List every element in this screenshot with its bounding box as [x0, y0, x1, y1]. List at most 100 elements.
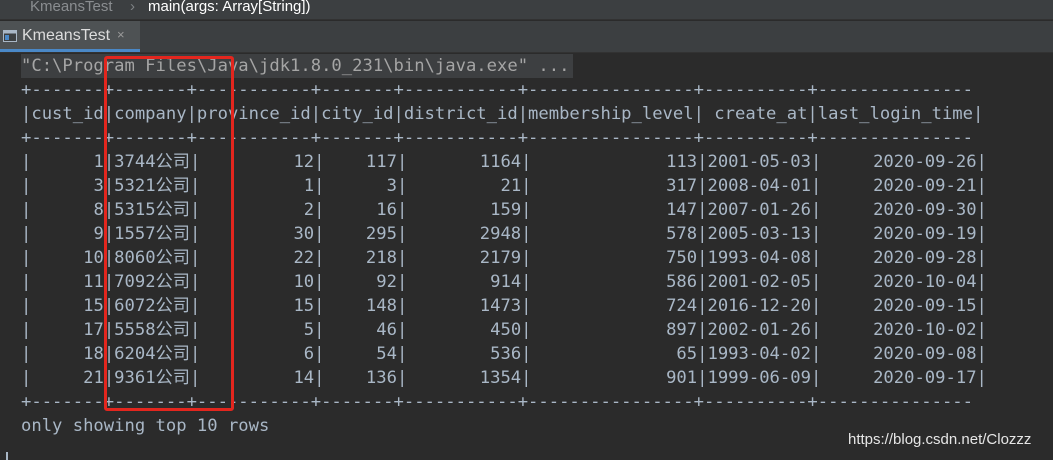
cell-district-id: 159 [490, 200, 522, 220]
table-border-header: +-------+-------+-----------+-------+---… [21, 128, 973, 148]
cell-last-login-time: 2020-09-17 [873, 368, 977, 388]
cell-company: 9361公司 [114, 368, 190, 388]
cell-last-login-time: 2020-09-15 [873, 296, 977, 316]
breadcrumb-method[interactable]: main(args: Array[String]) [148, 0, 311, 15]
cell-create-at: 2008-04-01 [707, 176, 811, 196]
table-row: | 17|5558公司| 5| 46| 450| 897|2002-01-26|… [21, 320, 987, 340]
cell-create-at: 2001-02-05 [707, 272, 811, 292]
cell-province-id: 30 [293, 224, 315, 244]
table-row: | 21|9361公司| 14| 136| 1354| 901|1999-06-… [21, 368, 987, 388]
run-console-icon [3, 30, 17, 42]
cell-district-id: 1164 [479, 152, 522, 172]
cell-create-at: 2016-12-20 [707, 296, 811, 316]
cell-province-id: 22 [293, 248, 315, 268]
cell-province-id: 12 [293, 152, 315, 172]
cell-last-login-time: 2020-09-26 [873, 152, 977, 172]
cell-company: 7092公司 [114, 272, 190, 292]
cell-district-id: 1473 [479, 296, 522, 316]
cell-membership-level: 897 [666, 320, 698, 340]
cell-create-at: 1999-06-09 [707, 368, 811, 388]
cell-district-id: 21 [500, 176, 522, 196]
cell-company: 5315公司 [114, 200, 190, 220]
footer-text: only showing top 10 rows [21, 416, 270, 436]
cell-company: 5558公司 [114, 320, 190, 340]
cell-membership-level: 578 [666, 224, 698, 244]
cell-company: 5321公司 [114, 176, 190, 196]
cell-company: 1557公司 [114, 224, 190, 244]
cell-city-id: 92 [376, 272, 397, 292]
table-row: | 1|3744公司| 12| 117| 1164| 113|2001-05-0… [21, 152, 987, 172]
close-icon[interactable]: × [117, 27, 125, 42]
cell-create-at: 2001-05-03 [707, 152, 811, 172]
cell-district-id: 2179 [479, 248, 522, 268]
cell-membership-level: 65 [676, 344, 698, 364]
cell-last-login-time: 2020-10-02 [873, 320, 977, 340]
cell-create-at: 1993-04-08 [707, 248, 811, 268]
table-row: | 9|1557公司| 30| 295| 2948| 578|2005-03-1… [21, 224, 987, 244]
cell-company: 8060公司 [114, 248, 190, 268]
cell-district-id: 914 [490, 272, 522, 292]
cell-province-id: 1 [303, 176, 315, 196]
tab-kmeanstest[interactable]: KmeansTest × [0, 21, 140, 52]
cell-membership-level: 113 [666, 152, 698, 172]
cell-city-id: 136 [365, 368, 397, 388]
table-border-bottom: +-------+-------+-----------+-------+---… [21, 392, 973, 412]
cell-create-at: 2007-01-26 [707, 200, 811, 220]
cell-cust-id: 18 [83, 344, 104, 364]
cell-last-login-time: 2020-10-04 [873, 272, 977, 292]
breadcrumb-project[interactable]: KmeansTest [30, 0, 113, 15]
cell-company: 6204公司 [114, 344, 190, 364]
table-row: | 15|6072公司| 15| 148| 1473| 724|2016-12-… [21, 296, 987, 316]
cell-company: 6072公司 [114, 296, 190, 316]
cell-membership-level: 901 [666, 368, 698, 388]
cursor-marker [6, 452, 8, 460]
cell-city-id: 148 [365, 296, 397, 316]
table-border-top: +-------+-------+-----------+-------+---… [21, 80, 973, 100]
cell-create-at: 2002-01-26 [707, 320, 811, 340]
cell-cust-id: 9 [93, 224, 104, 244]
cell-cust-id: 3 [93, 176, 104, 196]
cell-last-login-time: 2020-09-30 [873, 200, 977, 220]
cell-district-id: 450 [490, 320, 522, 340]
breadcrumb: KmeansTest › main(args: Array[String]) [0, 0, 1053, 20]
cell-district-id: 1354 [479, 368, 522, 388]
table-row: | 18|6204公司| 6| 54| 536| 65|1993-04-02| … [21, 344, 987, 364]
cell-cust-id: 11 [83, 272, 104, 292]
cell-cust-id: 10 [83, 248, 104, 268]
table-header-row: |cust_id|company|province_id|city_id|dis… [21, 104, 984, 124]
cell-district-id: 2948 [479, 224, 522, 244]
cell-city-id: 54 [376, 344, 397, 364]
console-output[interactable]: "C:\Program Files\Java\jdk1.8.0_231\bin\… [21, 54, 1053, 460]
cell-membership-level: 317 [666, 176, 698, 196]
cell-city-id: 3 [386, 176, 397, 196]
cell-cust-id: 17 [83, 320, 104, 340]
cell-membership-level: 750 [666, 248, 698, 268]
cell-company: 3744公司 [114, 152, 190, 172]
tab-label: KmeansTest [22, 27, 111, 44]
cell-cust-id: 21 [83, 368, 104, 388]
command-line: "C:\Program Files\Java\jdk1.8.0_231\bin\… [21, 54, 574, 78]
cell-cust-id: 15 [83, 296, 104, 316]
cell-last-login-time: 2020-09-28 [873, 248, 977, 268]
cell-city-id: 46 [376, 320, 397, 340]
cell-city-id: 295 [365, 224, 397, 244]
cell-province-id: 10 [293, 272, 315, 292]
cell-district-id: 536 [490, 344, 522, 364]
cell-last-login-time: 2020-09-19 [873, 224, 977, 244]
watermark: https://blog.csdn.net/Clozzz [848, 431, 1032, 448]
cell-city-id: 218 [365, 248, 397, 268]
cell-province-id: 2 [303, 200, 315, 220]
breadcrumb-separator-icon: › [130, 0, 135, 15]
table-row: | 10|8060公司| 22| 218| 2179| 750|1993-04-… [21, 248, 987, 268]
cell-last-login-time: 2020-09-21 [873, 176, 977, 196]
run-tool-window-tabbar: KmeansTest × [0, 21, 1053, 53]
cell-create-at: 1993-04-02 [707, 344, 811, 364]
cell-province-id: 6 [303, 344, 315, 364]
cell-last-login-time: 2020-09-08 [873, 344, 977, 364]
table-row: | 11|7092公司| 10| 92| 914| 586|2001-02-05… [21, 272, 987, 292]
cell-province-id: 5 [303, 320, 315, 340]
cell-membership-level: 724 [666, 296, 698, 316]
table-row: | 8|5315公司| 2| 16| 159| 147|2007-01-26| … [21, 200, 987, 220]
cell-city-id: 16 [376, 200, 397, 220]
cell-cust-id: 8 [93, 200, 104, 220]
